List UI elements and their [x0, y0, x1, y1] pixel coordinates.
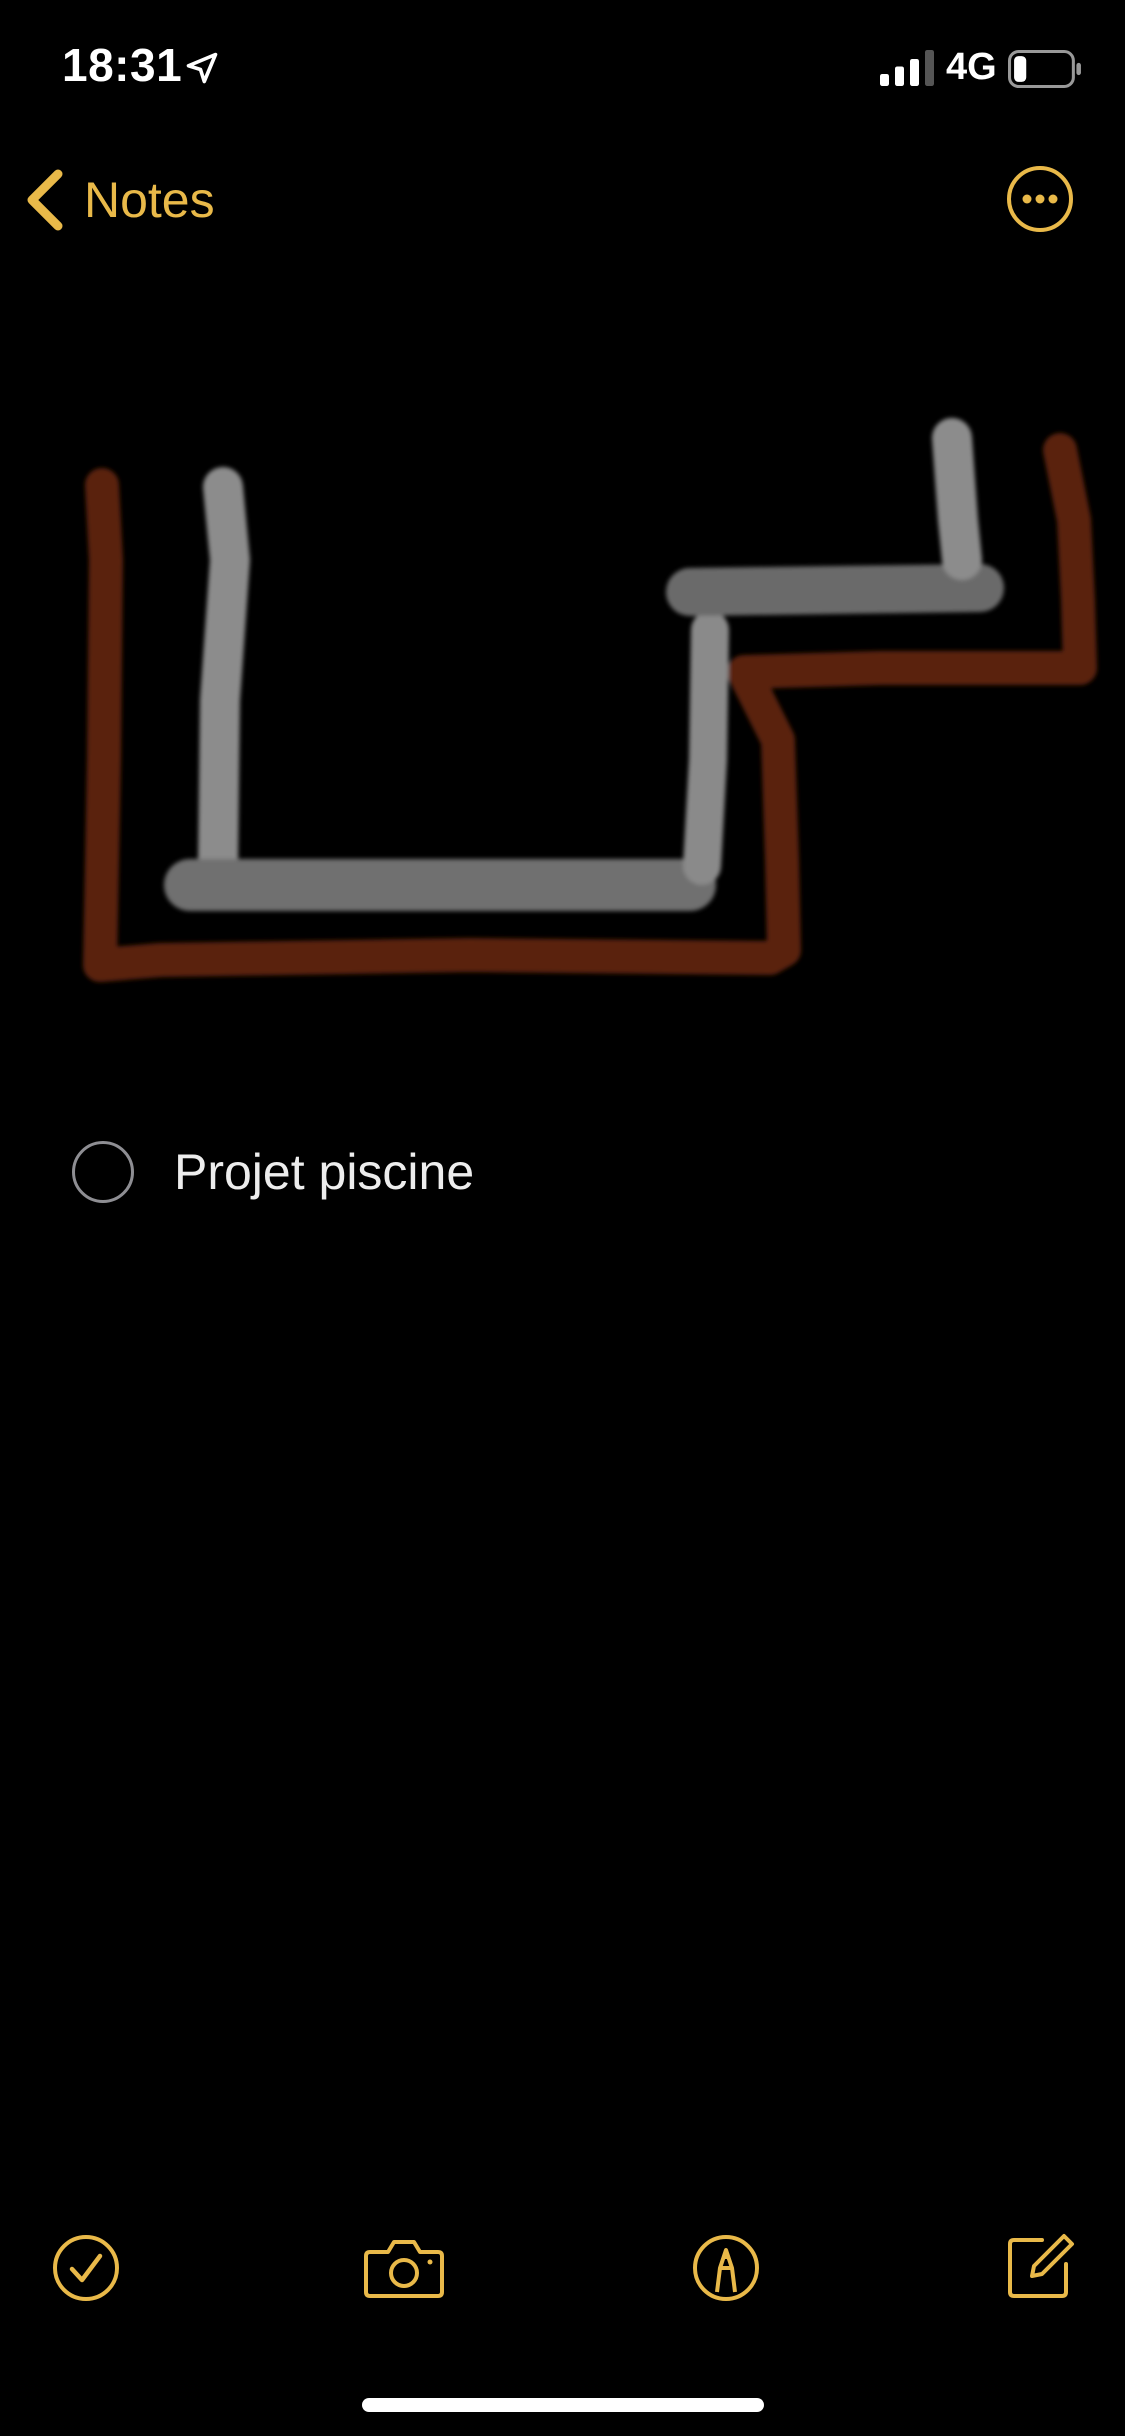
gray-stroke-middle-wall: [683, 611, 729, 885]
chevron-left-icon: [27, 169, 63, 231]
back-button[interactable]: Notes: [22, 160, 215, 240]
home-indicator[interactable]: [362, 2398, 764, 2412]
cellular-signal-icon: [880, 50, 934, 86]
camera-icon[interactable]: [362, 2232, 446, 2304]
gray-stroke-right-wall: [932, 418, 982, 580]
checklist-item: Projet piscine: [72, 1136, 474, 1208]
gray-stroke-left-wall: [198, 467, 250, 888]
sketch-drawing[interactable]: [0, 400, 1125, 1020]
checklist-checkbox[interactable]: [72, 1141, 134, 1203]
gray-stroke-upper-step: [666, 564, 1004, 616]
status-time: 18:31: [62, 39, 183, 91]
back-label: Notes: [84, 172, 215, 228]
location-arrow-icon: [186, 52, 218, 84]
compose-icon[interactable]: [1002, 2228, 1078, 2304]
checkmark-circle-icon[interactable]: [50, 2232, 122, 2304]
markup-pen-icon[interactable]: [690, 2232, 762, 2304]
network-type: 4G: [946, 46, 997, 88]
checklist-item-text[interactable]: Projet piscine: [174, 1143, 474, 1201]
battery-low-icon: [1008, 50, 1081, 88]
ellipsis-circle-icon[interactable]: [1006, 165, 1074, 233]
